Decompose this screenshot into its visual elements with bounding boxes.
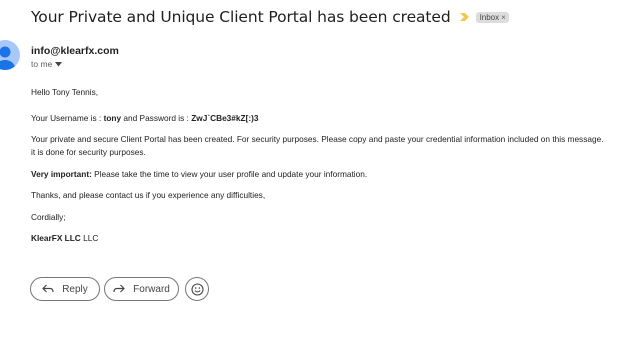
recipient-summary[interactable]: to me xyxy=(31,59,63,69)
paragraph-line-2: it is done for security purposes. xyxy=(31,147,146,157)
important-label: Very important: xyxy=(31,169,92,179)
sender-address[interactable]: info@klearfx.com xyxy=(31,45,119,57)
chevron-down-icon xyxy=(55,61,63,66)
reply-label: Reply xyxy=(62,283,88,295)
remove-label-icon[interactable]: × xyxy=(501,13,506,22)
inbox-label-text: Inbox xyxy=(479,12,500,22)
forward-label: Forward xyxy=(133,283,170,295)
paragraph-line-1: Your private and secure Client Portal ha… xyxy=(31,134,604,144)
person-avatar-icon xyxy=(0,46,15,70)
inbox-label-chip[interactable]: Inbox × xyxy=(475,11,509,23)
signature-suffix: LLC xyxy=(80,233,99,243)
closing-line: Cordially; xyxy=(31,212,66,222)
credentials-line: Your Username is : tony and Password is … xyxy=(31,113,259,123)
thanks-line: Thanks, and please contact us if you exp… xyxy=(31,190,266,200)
credentials-middle: and Password is : xyxy=(121,113,192,123)
important-text: Please take the time to view your user p… xyxy=(91,169,368,179)
forward-icon xyxy=(113,284,126,293)
signature-company: KlearFX LLC xyxy=(31,233,81,243)
signature: KlearFX LLC LLC xyxy=(31,233,98,243)
emoji-icon xyxy=(190,282,204,296)
password-value: ZwJ`CBe3#kZ[:)3 xyxy=(191,113,259,123)
reply-button[interactable]: Reply xyxy=(30,277,100,301)
subject-row: Your Private and Unique Client Portal ha… xyxy=(31,6,509,28)
important-note: Very important: Please take the time to … xyxy=(31,169,367,179)
sender-avatar[interactable] xyxy=(0,40,20,70)
credentials-prefix: Your Username is : xyxy=(31,113,104,123)
important-marker-icon[interactable] xyxy=(459,12,470,22)
recipient-label: to me xyxy=(31,59,53,69)
greeting: Hello Tony Tennis, xyxy=(31,87,99,97)
email-subject: Your Private and Unique Client Portal ha… xyxy=(31,8,451,26)
emoji-reaction-button[interactable] xyxy=(185,277,209,301)
username-value: tony xyxy=(103,113,122,123)
forward-button[interactable]: Forward xyxy=(104,277,179,301)
reply-icon xyxy=(42,284,54,293)
